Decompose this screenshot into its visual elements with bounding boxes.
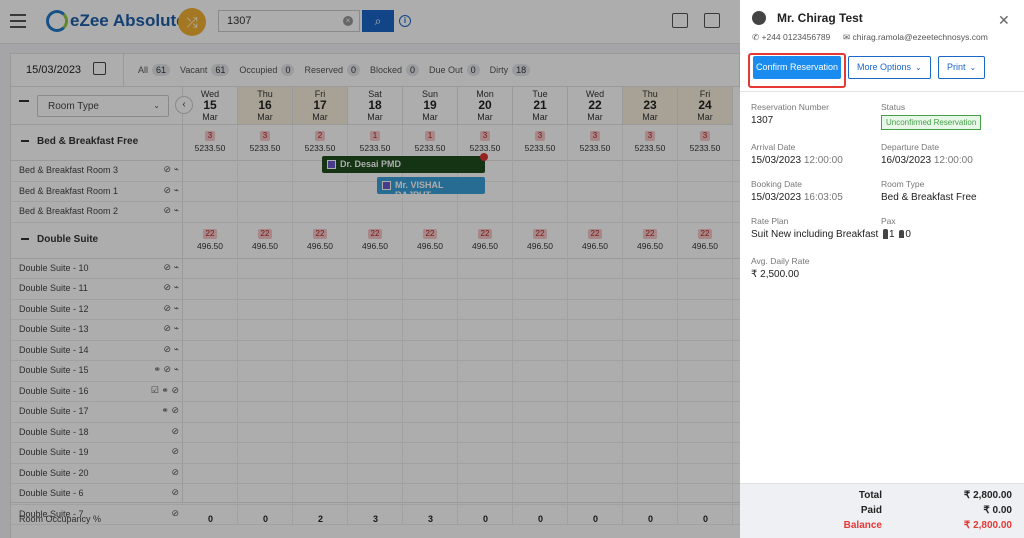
departure-date-field: Departure Date 16/03/2023 12:00:00	[881, 142, 973, 166]
chevron-down-icon: ⌄	[915, 63, 922, 72]
reservation-detail-panel: Mr. Chirag Test ✕ ✆ +244 0123456789 ✉ ch…	[740, 0, 1024, 538]
arrival-date-field: Arrival Date 15/03/2023 12:00:00	[751, 142, 843, 166]
action-buttons: Confirm Reservation More Options ⌄ Print ⌄	[748, 52, 1016, 88]
field-label: Rate Plan	[751, 216, 789, 226]
balance-value: ₹ 2,800.00	[963, 520, 1012, 531]
field-label: Booking Date	[751, 179, 803, 189]
print-button[interactable]: Print ⌄	[938, 56, 986, 79]
status-badge: Unconfirmed Reservation	[881, 115, 982, 130]
departure-time: 12:00:00	[933, 155, 973, 166]
guest-name: Mr. Chirag Test	[777, 11, 863, 25]
reservation-number-field: Reservation Number 1307	[751, 102, 829, 126]
rate-plan-field: Rate Plan Suit New including Breakfast	[751, 216, 878, 240]
status-field: Status Unconfirmed Reservation	[881, 102, 982, 130]
booking-time: 16:03:05	[803, 192, 843, 203]
arrival-time: 12:00:00	[803, 155, 843, 166]
departure-date: 16/03/2023	[881, 155, 932, 166]
phone-icon: ✆	[752, 32, 760, 42]
email-icon: ✉	[843, 32, 851, 42]
more-options-label: More Options	[857, 62, 912, 72]
booking-date: 15/03/2023	[751, 192, 802, 203]
arrival-date: 15/03/2023	[751, 155, 802, 166]
confirm-reservation-button[interactable]: Confirm Reservation	[753, 56, 841, 79]
room-type: Bed & Breakfast Free	[881, 192, 977, 203]
guest-contact: ✆ +244 0123456789 ✉ chirag.ramola@ezeete…	[752, 32, 988, 43]
field-label: Status	[881, 102, 906, 112]
field-label: Reservation Number	[751, 102, 829, 112]
close-icon[interactable]: ✕	[998, 12, 1010, 29]
chevron-down-icon: ⌄	[969, 63, 977, 72]
pax-child: 0	[905, 229, 911, 240]
child-icon	[899, 230, 905, 239]
reservation-number: 1307	[751, 115, 774, 126]
balance-label: Balance	[843, 520, 882, 531]
total-label: Total	[858, 490, 882, 501]
modal-backdrop[interactable]	[0, 0, 740, 538]
guest-email: chirag.ramola@ezeetechnosys.com	[852, 32, 988, 42]
adult-icon	[883, 229, 888, 240]
field-label: Avg. Daily Rate	[751, 256, 810, 266]
avg-daily-rate: ₹ 2,500.00	[751, 269, 800, 280]
more-options-button[interactable]: More Options ⌄	[848, 56, 931, 79]
paid-value: ₹ 0.00	[983, 505, 1012, 516]
divider	[740, 91, 1024, 92]
field-label: Room Type	[881, 179, 925, 189]
rate-plan: Suit New including Breakfast	[751, 229, 879, 240]
guest-phone: +244 0123456789	[761, 32, 831, 42]
pax-adult: 1	[889, 229, 895, 240]
field-label: Departure Date	[881, 142, 940, 152]
pax-field: Pax 1 0	[881, 216, 911, 240]
room-type-field: Room Type Bed & Breakfast Free	[881, 179, 977, 203]
field-label: Arrival Date	[751, 142, 796, 152]
total-value: ₹ 2,800.00	[963, 490, 1012, 501]
booking-date-field: Booking Date 15/03/2023 16:03:05	[751, 179, 843, 203]
field-label: Pax	[881, 216, 896, 226]
avg-daily-rate-field: Avg. Daily Rate ₹ 2,500.00	[751, 256, 809, 280]
print-label: Print	[947, 62, 966, 72]
paid-label: Paid	[860, 505, 882, 516]
totals-summary: Total ₹ 2,800.00 Paid ₹ 0.00 Balance ₹ 2…	[740, 483, 1024, 538]
globe-icon	[752, 11, 766, 25]
